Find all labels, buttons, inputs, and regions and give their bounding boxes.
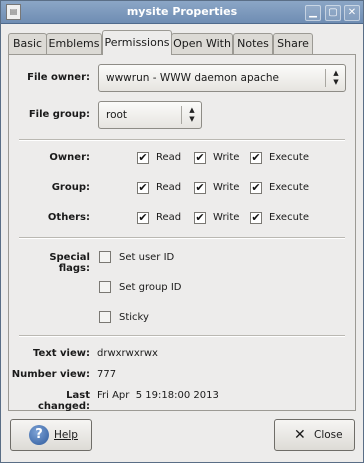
sticky-checkbox[interactable] [99, 311, 111, 323]
file-owner-value: wwwrun - WWW daemon apache [106, 72, 279, 84]
close-button[interactable]: ✕ Close [274, 419, 355, 451]
tab-permissions[interactable]: Permissions [102, 30, 172, 55]
others-label: Others: [47, 212, 90, 223]
others-write-checkbox[interactable]: ✔ [194, 212, 206, 224]
group-read-checkbox[interactable]: ✔ [137, 182, 149, 194]
owner-label: Owner: [49, 152, 90, 163]
group-label: Group: [51, 182, 90, 193]
last-changed-label: Last changed: [37, 390, 90, 412]
set-user-id-checkbox[interactable] [99, 251, 111, 263]
others-write-label: Write [213, 212, 240, 223]
properties-window: ▤ mysite Properties ▁ ▢ ✕ Basic Emblems … [0, 0, 364, 463]
others-execute-checkbox[interactable]: ✔ [250, 212, 262, 224]
group-execute-checkbox[interactable]: ✔ [250, 182, 262, 194]
combo-arrows-icon: ▲ ▼ [189, 106, 195, 123]
file-owner-label: File owner: [27, 72, 90, 83]
group-read-label: Read [156, 182, 182, 193]
number-view-value: 777 [97, 369, 117, 380]
help-icon: ? [29, 425, 49, 445]
set-user-id-label: Set user ID [119, 252, 175, 263]
set-group-id-label: Set group ID [119, 282, 182, 293]
owner-execute-checkbox[interactable]: ✔ [250, 152, 262, 164]
set-group-id-checkbox[interactable] [99, 281, 111, 293]
owner-execute-label: Execute [269, 152, 309, 163]
close-window-icon[interactable]: ✕ [344, 5, 360, 21]
close-label: Close [314, 429, 343, 441]
number-view-label: Number view: [11, 369, 90, 380]
tab-emblems[interactable]: Emblems [46, 33, 102, 54]
owner-write-label: Write [213, 152, 240, 163]
others-execute-label: Execute [269, 212, 309, 223]
last-changed-value: Fri Apr 5 19:18:00 2013 [97, 390, 219, 401]
sticky-label: Sticky [119, 312, 149, 323]
file-group-combo[interactable]: root ▲ ▼ [98, 101, 202, 129]
maximize-icon[interactable]: ▢ [325, 5, 341, 21]
group-write-checkbox[interactable]: ✔ [194, 182, 206, 194]
combo-arrows-icon: ▲ ▼ [333, 69, 339, 86]
tab-basic[interactable]: Basic [8, 33, 47, 54]
permissions-panel: File owner: wwwrun - WWW daemon apache ▲… [8, 54, 356, 412]
others-read-checkbox[interactable]: ✔ [137, 212, 149, 224]
file-group-value: root [106, 109, 128, 121]
file-owner-combo[interactable]: wwwrun - WWW daemon apache ▲ ▼ [98, 64, 346, 92]
tab-share[interactable]: Share [273, 33, 313, 54]
group-write-label: Write [213, 182, 240, 193]
owner-read-label: Read [156, 152, 182, 163]
others-read-label: Read [156, 212, 182, 223]
separator [19, 237, 345, 239]
help-button[interactable]: ? Help [10, 419, 92, 451]
special-flags-label: Special flags: [49, 252, 90, 274]
separator [19, 139, 345, 141]
owner-write-checkbox[interactable]: ✔ [194, 152, 206, 164]
tab-notes[interactable]: Notes [233, 33, 273, 54]
minimize-icon[interactable]: ▁ [305, 5, 321, 21]
owner-read-checkbox[interactable]: ✔ [137, 152, 149, 164]
close-icon: ✕ [294, 427, 306, 443]
separator [19, 335, 345, 337]
title-bar: ▤ mysite Properties ▁ ▢ ✕ [1, 1, 363, 24]
group-execute-label: Execute [269, 182, 309, 193]
help-label: Help [54, 429, 78, 441]
text-view-label: Text view: [33, 348, 90, 359]
tab-open-with[interactable]: Open With [171, 33, 233, 54]
file-group-label: File group: [28, 109, 90, 120]
text-view-value: drwxrwxrwx [97, 348, 158, 359]
